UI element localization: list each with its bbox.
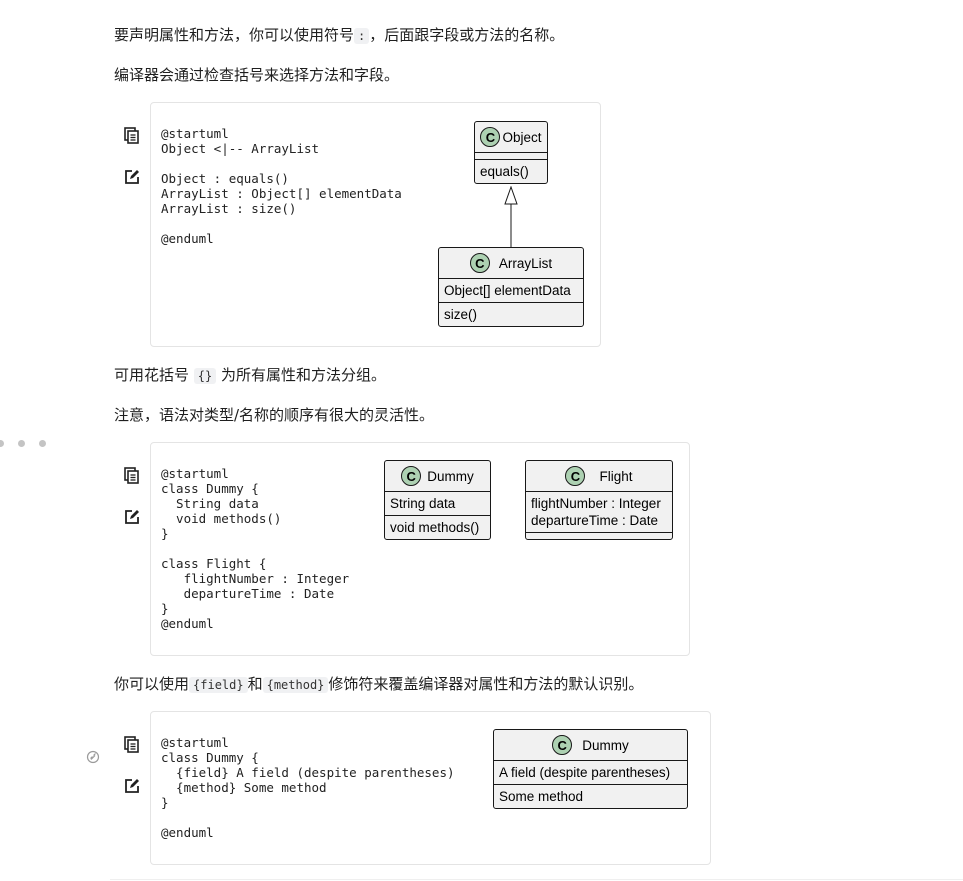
- uml-class-dummy: C Dummy String data void methods(): [384, 460, 491, 540]
- paragraph-text: ，后面跟字段或方法的名称。: [369, 26, 565, 44]
- edit-icon[interactable]: [123, 168, 141, 186]
- paragraph-braces: 可用花括号 {} 为所有属性和方法分组。: [114, 364, 386, 387]
- copy-icon[interactable]: [123, 466, 141, 484]
- dot: [39, 440, 46, 447]
- class-header: C Dummy: [494, 730, 687, 761]
- inline-code-colon: :: [354, 28, 370, 44]
- class-method: void methods(): [390, 520, 480, 535]
- copy-icon[interactable]: [123, 735, 141, 753]
- edit-icon[interactable]: [123, 508, 141, 526]
- class-name: Dummy: [582, 737, 629, 753]
- class-stereotype-icon: C: [401, 466, 422, 486]
- paragraph-text: 你可以使用: [114, 675, 190, 693]
- paragraph-text: 修饰符来覆盖编译器对属性和方法的默认识别。: [328, 675, 644, 693]
- paragraph-declare-members: 要声明属性和方法，你可以使用符号: ，后面跟字段或方法的名称。: [114, 24, 564, 47]
- paragraph-text: 和: [247, 675, 263, 693]
- class-stereotype-icon: C: [565, 466, 586, 486]
- class-method: equals(): [480, 164, 529, 179]
- class-field: departureTime : Date: [531, 513, 659, 528]
- class-header: C Dummy: [385, 461, 490, 492]
- class-name: Dummy: [427, 468, 474, 484]
- class-methods: [526, 533, 672, 539]
- class-header: C Object: [475, 122, 547, 153]
- class-field: String data: [385, 492, 490, 516]
- class-stereotype-icon: C: [552, 735, 573, 755]
- class-name: Object: [502, 129, 542, 145]
- inline-code-method: {method}: [262, 677, 329, 693]
- class-method: Some method: [499, 789, 584, 804]
- class-stereotype-icon: C: [480, 127, 501, 147]
- example-block-2: @startuml class Dummy { String data void…: [124, 442, 690, 656]
- class-name: Flight: [599, 468, 633, 484]
- class-header: C Flight: [526, 461, 672, 492]
- paragraph-modifiers: 你可以使用 {field} 和 {method} 修饰符来覆盖编译器对属性和方法的默认识…: [114, 673, 643, 696]
- example-block-1: @startuml Object <|-- ArrayList Object :…: [124, 102, 601, 347]
- paragraph-flexibility: 注意，语法对类型/名称的顺序有很大的灵活性。: [114, 406, 435, 424]
- class-name: ArrayList: [498, 255, 553, 271]
- class-fields: flightNumber : Integer departureTime : D…: [526, 492, 672, 533]
- paragraph-text: 为所有属性和方法分组。: [221, 366, 387, 384]
- inline-code-field: {field}: [189, 677, 248, 693]
- class-stereotype-icon: C: [469, 253, 490, 273]
- dot: [0, 440, 4, 447]
- inline-code-braces: {}: [193, 368, 217, 384]
- paragraph-text: 可用花括号: [114, 366, 190, 384]
- class-field: A field (despite parentheses): [494, 761, 687, 785]
- uml-class-object: C Object equals(): [474, 121, 548, 184]
- link-anchor-icon[interactable]: [86, 749, 100, 764]
- class-field: Object[] elementData: [439, 279, 583, 303]
- code-snippet[interactable]: @startuml class Dummy { String data void…: [161, 466, 349, 631]
- class-method: size(): [444, 307, 477, 322]
- code-snippet[interactable]: @startuml class Dummy { {field} A field …: [161, 735, 455, 840]
- class-fields: [475, 153, 547, 160]
- paragraph-compiler-parens: 编译器会通过检查括号来选择方法和字段。: [114, 66, 400, 84]
- inheritance-arrow: [504, 186, 518, 248]
- class-field: flightNumber : Integer: [531, 496, 661, 511]
- uml-class-dummy: C Dummy A field (despite parentheses) So…: [493, 729, 688, 809]
- uml-class-arraylist: C ArrayList Object[] elementData size(): [438, 247, 584, 327]
- class-header: C ArrayList: [439, 248, 583, 279]
- edit-icon[interactable]: [123, 777, 141, 795]
- paragraph-text: 要声明属性和方法，你可以使用符号: [114, 26, 355, 44]
- uml-class-flight: C Flight flightNumber : Integer departur…: [525, 460, 673, 540]
- example-block-3: @startuml class Dummy { {field} A field …: [124, 711, 711, 865]
- code-snippet[interactable]: @startuml Object <|-- ArrayList Object :…: [161, 126, 402, 246]
- copy-icon[interactable]: [123, 126, 141, 144]
- dot: [18, 440, 25, 447]
- divider: [110, 879, 963, 880]
